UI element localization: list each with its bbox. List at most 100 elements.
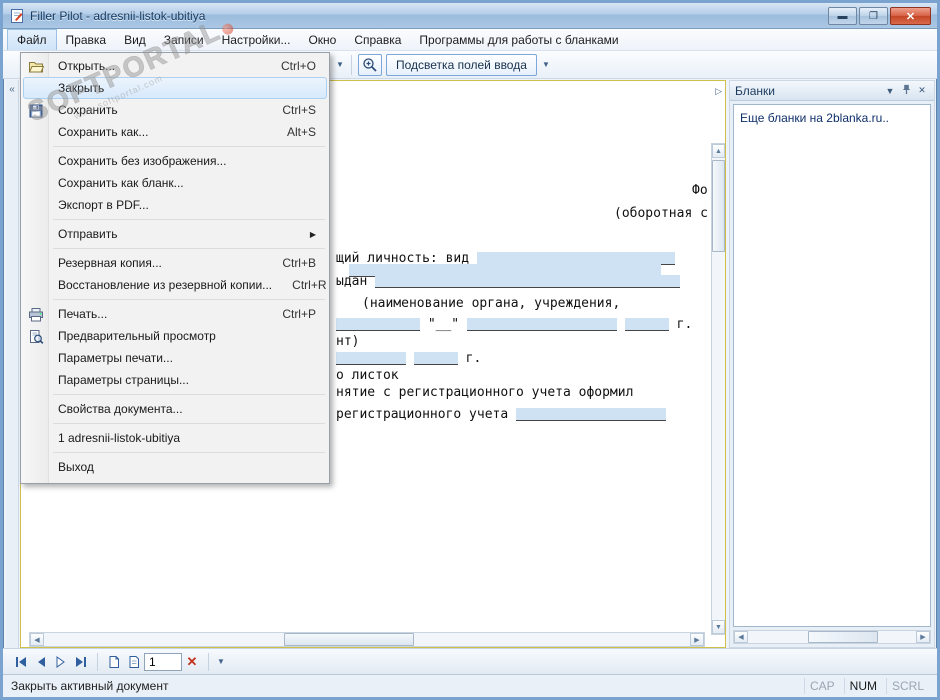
- blanks-panel-title: Бланки: [735, 83, 775, 98]
- menu-item-label: Параметры страницы...: [58, 373, 189, 387]
- menu-icon-placeholder: [27, 255, 45, 273]
- expand-arrow-icon[interactable]: ▷: [715, 86, 722, 97]
- menu-item[interactable]: Экспорт в PDF...: [23, 194, 327, 216]
- menu-item[interactable]: Печать... Ctrl+P: [23, 303, 327, 325]
- highlight-dropdown-arrow-icon[interactable]: ▼: [539, 55, 553, 75]
- left-panel-collapse[interactable]: «: [6, 80, 19, 648]
- form-input-field[interactable]: [466, 318, 617, 331]
- menu-item[interactable]: Сохранить как бланк...: [23, 172, 327, 194]
- menu-item[interactable]: Выход: [23, 456, 327, 478]
- form-text: (наименование органа, учреждения,: [362, 296, 621, 311]
- form-text: г.: [457, 351, 482, 366]
- scroll-down-icon[interactable]: ▼: [712, 620, 725, 634]
- menu-item-label: Сохранить как бланк...: [58, 176, 184, 190]
- blanks-link[interactable]: Еще бланки на 2blanka.ru..: [740, 111, 889, 125]
- vertical-scrollbar[interactable]: ▲ ▼: [711, 143, 725, 635]
- horizontal-scroll-thumb[interactable]: [284, 633, 414, 646]
- zoom-dropdown-arrow-icon[interactable]: ▼: [333, 55, 347, 75]
- menubar-item[interactable]: Правка: [57, 29, 116, 50]
- form-input-field[interactable]: [375, 275, 681, 288]
- blanks-scroll-thumb[interactable]: [808, 631, 878, 643]
- menu-item-label: Сохранить: [58, 103, 118, 117]
- form-input-field[interactable]: [413, 352, 458, 365]
- printer-icon: [27, 306, 45, 324]
- vertical-scroll-thumb[interactable]: [712, 160, 725, 252]
- menubar-item[interactable]: Окно: [299, 29, 345, 50]
- blanks-scroll-track[interactable]: [748, 631, 916, 643]
- blanks-scroll-left-icon[interactable]: ◀: [734, 631, 748, 643]
- form-input-field[interactable]: [516, 408, 667, 421]
- window-title: Filler Pilot - adresnii-listok-ubitiya: [30, 8, 206, 23]
- menu-item-label: Печать...: [58, 307, 108, 321]
- zoom-in-button[interactable]: [358, 53, 382, 76]
- form-text: г.: [668, 317, 693, 332]
- horizontal-scroll-track[interactable]: [44, 633, 690, 646]
- menu-item[interactable]: Параметры страницы...: [23, 369, 327, 391]
- form-line: нт): [336, 334, 359, 349]
- menubar-item[interactable]: Настройки...: [213, 29, 300, 50]
- menubar-item[interactable]: Программы для работы с бланками: [410, 29, 627, 50]
- form-line: (оборотная с: [614, 206, 708, 221]
- menubar-item[interactable]: Файл: [7, 29, 57, 50]
- menu-shortcut: Ctrl+B: [282, 256, 316, 270]
- maximize-button[interactable]: ❐: [859, 7, 888, 25]
- last-record-button[interactable]: [71, 652, 91, 672]
- menu-separator: [53, 219, 325, 220]
- previous-record-button[interactable]: [31, 652, 51, 672]
- scroll-up-icon[interactable]: ▲: [712, 144, 725, 158]
- menu-item-label: Параметры печати...: [58, 351, 173, 365]
- menu-icon-placeholder: [27, 197, 45, 215]
- menubar-item[interactable]: Вид: [115, 29, 155, 50]
- menu-item[interactable]: Параметры печати...: [23, 347, 327, 369]
- menu-item[interactable]: Свойства документа...: [23, 398, 327, 420]
- copy-record-button[interactable]: [124, 652, 144, 672]
- blanks-panel-header: Бланки ▼ ✕: [730, 81, 934, 101]
- menu-item[interactable]: Восстановление из резервной копии... Ctrl…: [23, 274, 327, 296]
- menu-item-label: Свойства документа...: [58, 402, 183, 416]
- menu-item-label: 1 adresnii-listok-ubitiya: [58, 431, 181, 445]
- menu-item[interactable]: Резервная копия... Ctrl+B: [23, 252, 327, 274]
- form-input-field[interactable]: [624, 318, 669, 331]
- delete-record-button[interactable]: ✕: [182, 654, 202, 670]
- menu-item[interactable]: Сохранить Ctrl+S: [23, 99, 327, 121]
- vertical-scroll-track[interactable]: [712, 158, 725, 620]
- record-number-input[interactable]: [144, 652, 182, 671]
- scroll-left-icon[interactable]: ◀: [30, 633, 44, 646]
- first-record-button[interactable]: [11, 652, 31, 672]
- record-navigation-bar: ✕ ▼: [3, 648, 937, 674]
- blanks-panel: Бланки ▼ ✕ Еще бланки на 2blanka.ru.. ◀ …: [729, 80, 935, 648]
- menu-item[interactable]: Отправить ▶: [23, 223, 327, 245]
- scroll-right-icon[interactable]: ▶: [690, 633, 704, 646]
- horizontal-scrollbar[interactable]: ◀ ▶: [29, 632, 705, 647]
- next-record-button[interactable]: [51, 652, 71, 672]
- close-button[interactable]: ✕: [890, 7, 931, 25]
- highlight-fields-toggle[interactable]: Подсветка полей ввода: [386, 53, 537, 76]
- menu-icon-placeholder: [27, 175, 45, 193]
- bottombar-overflow-icon[interactable]: ▼: [217, 657, 225, 666]
- menu-item[interactable]: Открыть... Ctrl+O: [23, 55, 327, 77]
- menu-separator: [53, 452, 325, 453]
- menubar-item[interactable]: Записи: [155, 29, 213, 50]
- form-line: о листок: [336, 368, 399, 383]
- panel-menu-arrow-icon[interactable]: ▼: [883, 86, 897, 96]
- open-folder-icon: [27, 58, 45, 76]
- menu-item[interactable]: 1 adresnii-listok-ubitiya: [23, 427, 327, 449]
- zoom-in-icon: [363, 57, 377, 72]
- menu-item[interactable]: Сохранить без изображения...: [23, 150, 327, 172]
- menu-icon-placeholder: [27, 430, 45, 448]
- blanks-scroll-right-icon[interactable]: ▶: [916, 631, 930, 643]
- form-input-field[interactable]: [336, 352, 406, 365]
- blanks-horizontal-scrollbar[interactable]: ◀ ▶: [733, 630, 931, 644]
- form-input-field[interactable]: [336, 318, 420, 331]
- indicator-cap: CAP: [803, 678, 840, 694]
- new-record-button[interactable]: [104, 652, 124, 672]
- menu-item[interactable]: Закрыть: [23, 77, 327, 99]
- menu-item-label: Выход: [58, 460, 94, 474]
- pin-icon[interactable]: [899, 84, 913, 97]
- minimize-button[interactable]: ▬: [828, 7, 857, 25]
- save-floppy-icon: [27, 102, 45, 120]
- menu-item[interactable]: Предварительный просмотр: [23, 325, 327, 347]
- panel-close-icon[interactable]: ✕: [915, 85, 929, 96]
- menu-item[interactable]: Сохранить как... Alt+S: [23, 121, 327, 143]
- menubar-item[interactable]: Справка: [345, 29, 410, 50]
